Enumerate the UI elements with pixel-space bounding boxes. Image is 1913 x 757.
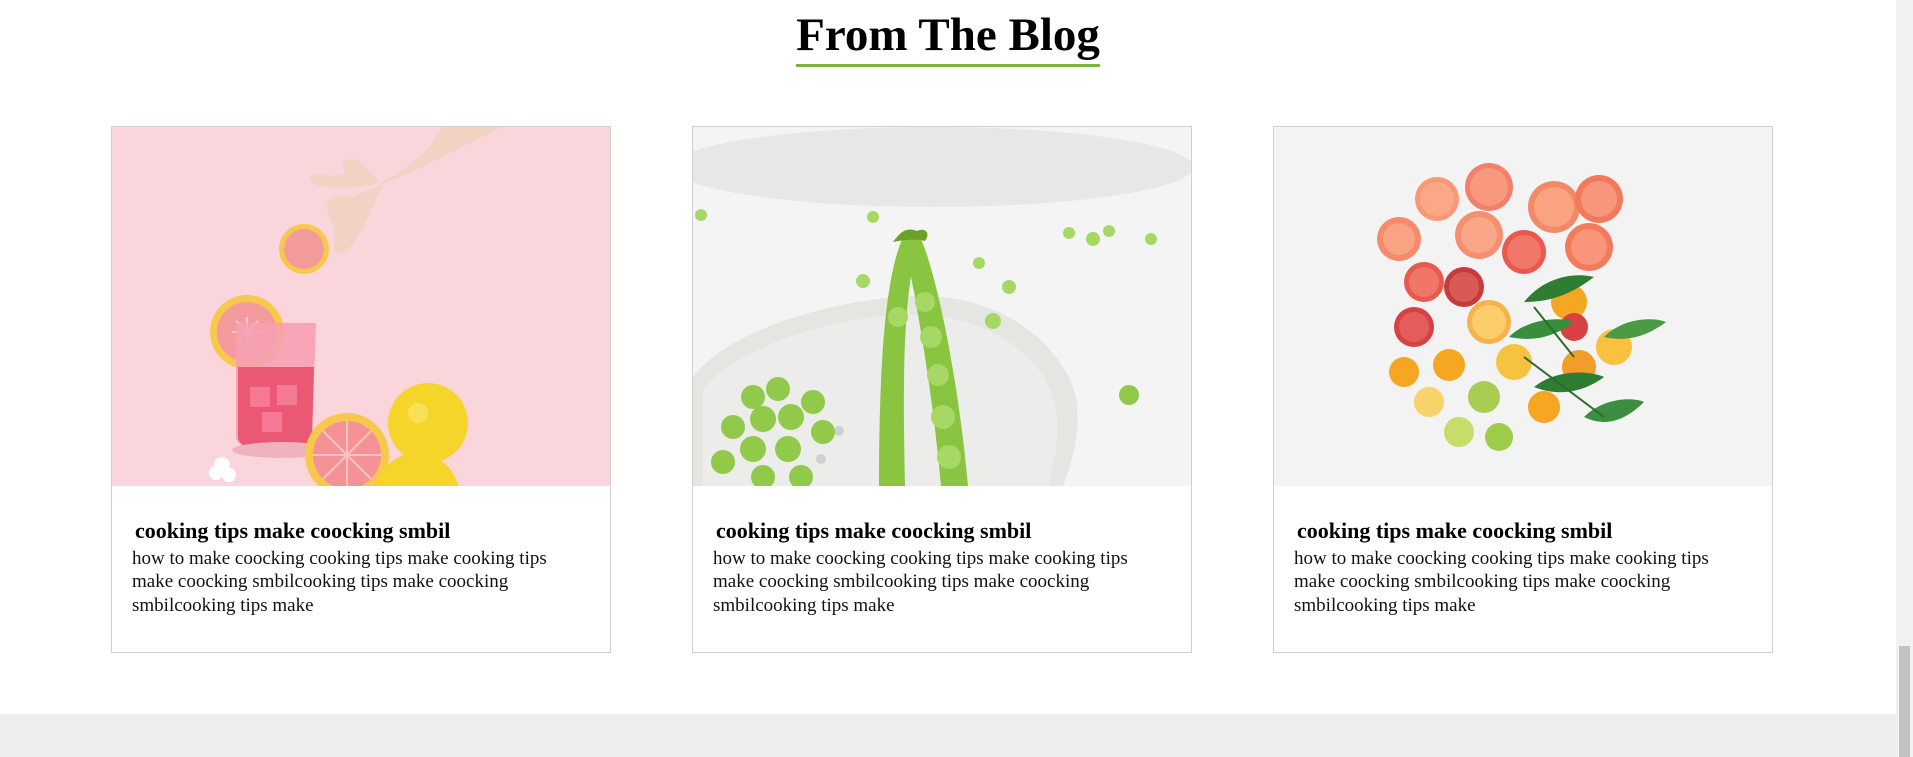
footer-band [0,714,1896,757]
blog-card-body: cooking tips make coocking smbil how to … [693,486,1191,617]
section-title: From The Blog [796,9,1100,67]
blog-card-title[interactable]: cooking tips make coocking smbil [135,518,590,543]
blog-cards: cooking tips make coocking smbil how to … [111,126,1773,653]
blog-card[interactable]: cooking tips make coocking smbil how to … [111,126,611,653]
blog-card-title[interactable]: cooking tips make coocking smbil [1297,518,1752,543]
blog-card-image[interactable] [112,127,611,486]
section-header: From The Blog [0,9,1896,67]
blog-card-excerpt: how to make coocking cooking tips make c… [713,548,1128,616]
blog-card-image[interactable] [1274,127,1773,486]
blog-card-image[interactable] [693,127,1192,486]
blog-card-excerpt: how to make coocking cooking tips make c… [132,548,547,616]
blog-card-excerpt: how to make coocking cooking tips make c… [1294,548,1709,616]
page: From The Blog cooking tips make coocking… [0,0,1913,757]
vertical-scrollbar[interactable] [1896,0,1913,757]
blog-card[interactable]: cooking tips make coocking smbil how to … [1273,126,1773,653]
blog-card-body: cooking tips make coocking smbil how to … [112,486,610,617]
blog-card[interactable]: cooking tips make coocking smbil how to … [692,126,1192,653]
scrollbar-thumb[interactable] [1899,646,1910,757]
blog-section: From The Blog cooking tips make coocking… [0,0,1896,757]
blog-card-title[interactable]: cooking tips make coocking smbil [716,518,1171,543]
blog-card-body: cooking tips make coocking smbil how to … [1274,486,1772,617]
